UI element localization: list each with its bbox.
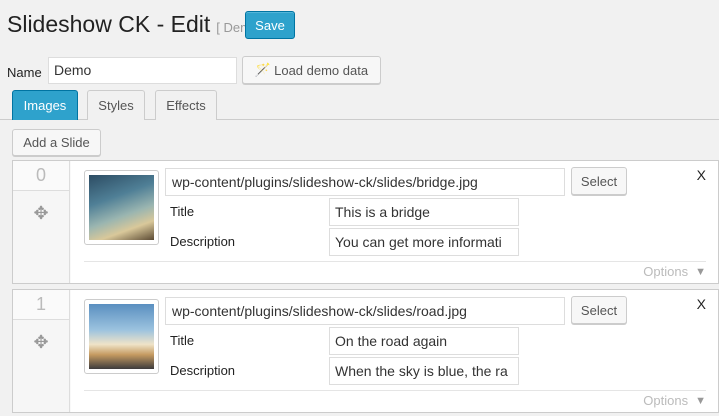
save-button[interactable]: Save <box>245 11 295 39</box>
select-image-button[interactable]: Select <box>571 167 627 195</box>
page-title: Slideshow CK - Edit <box>7 10 211 37</box>
description-label: Description <box>170 234 236 249</box>
title-label: Title <box>170 333 195 348</box>
move-arrows-icon[interactable]: ✥ <box>29 201 53 225</box>
image-path-input[interactable]: wp-content/plugins/slideshow-ck/slides/b… <box>165 168 565 196</box>
title-input[interactable]: On the road again <box>329 327 519 355</box>
remove-slide-button[interactable]: X <box>697 296 706 312</box>
slide-content: wp-content/plugins/slideshow-ck/slides/b… <box>71 161 718 283</box>
load-demo-data-button[interactable]: 🪄 Load demo data <box>242 56 381 84</box>
description-input[interactable]: You can get more informati <box>329 228 519 256</box>
tab-styles[interactable]: Styles <box>87 90 145 120</box>
caret-down-icon: ▼ <box>695 265 706 278</box>
description-input[interactable]: When the sky is blue, the ra <box>329 357 519 385</box>
slide-item: 1 ✥ wp-content/plugins/slideshow-ck/slid… <box>12 289 719 413</box>
title-label: Title <box>170 204 195 219</box>
name-input[interactable]: Demo <box>48 57 237 84</box>
add-slide-button[interactable]: Add a Slide <box>12 129 101 156</box>
options-label: Options <box>643 264 689 279</box>
slide-gutter: 1 ✥ <box>13 290 70 412</box>
slide-content: wp-content/plugins/slideshow-ck/slides/r… <box>71 290 718 412</box>
road-image <box>89 304 154 369</box>
tab-effects[interactable]: Effects <box>155 90 217 120</box>
name-label: Name <box>7 65 42 80</box>
bridge-image <box>89 175 154 240</box>
title-input[interactable]: This is a bridge <box>329 198 519 226</box>
remove-slide-button[interactable]: X <box>697 167 706 183</box>
select-image-button[interactable]: Select <box>571 296 627 324</box>
options-toggle[interactable]: Options ▼ <box>84 261 706 281</box>
magic-wand-icon: 🪄 <box>254 62 272 77</box>
tab-bar: Images Styles Effects <box>0 90 719 120</box>
options-toggle[interactable]: Options ▼ <box>84 390 706 410</box>
slide-gutter: 0 ✥ <box>13 161 70 283</box>
title-row: Slideshow CK - Edit [ Demo ] <box>7 9 265 39</box>
slide-thumbnail[interactable] <box>84 170 159 245</box>
slide-item: 0 ✥ wp-content/plugins/slideshow-ck/slid… <box>12 160 719 284</box>
options-label: Options <box>643 393 689 408</box>
slide-index: 0 <box>13 161 69 191</box>
load-demo-data-label: Load demo data <box>274 62 369 78</box>
slide-index: 1 <box>13 290 69 320</box>
move-arrows-icon[interactable]: ✥ <box>29 330 53 354</box>
description-label: Description <box>170 363 236 378</box>
caret-down-icon: ▼ <box>695 394 706 407</box>
slide-thumbnail[interactable] <box>84 299 159 374</box>
image-path-input[interactable]: wp-content/plugins/slideshow-ck/slides/r… <box>165 297 565 325</box>
tab-images[interactable]: Images <box>12 90 78 120</box>
